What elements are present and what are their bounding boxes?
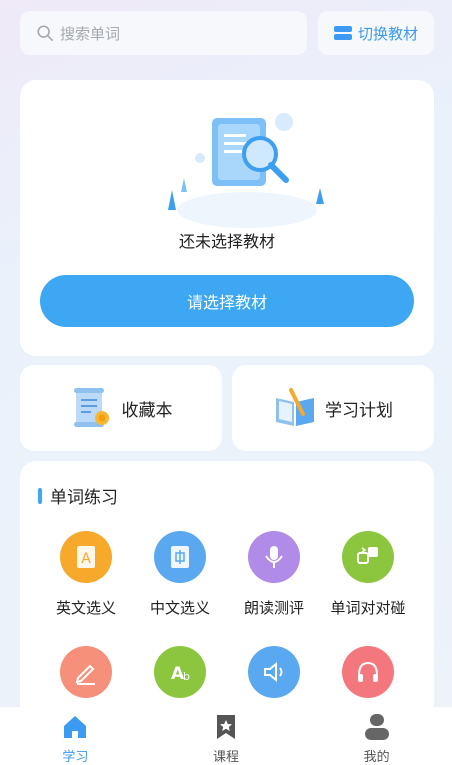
- tab-courses-label: 课程: [213, 750, 240, 765]
- top-bar: 搜索单词 切换教材: [20, 11, 434, 55]
- ab-letters-icon: Ab: [154, 646, 206, 698]
- open-book-pencil-icon: [276, 388, 314, 426]
- empty-textbook-text: 还未选择教材: [178, 232, 275, 251]
- tab-mine-label: 我的: [363, 750, 390, 765]
- english-meaning-item[interactable]: A 英文选义: [36, 531, 136, 618]
- reading-evaluation-item[interactable]: 朗读测评: [224, 531, 324, 618]
- certificate-scroll-icon: [73, 388, 109, 427]
- favorites-button[interactable]: 收藏本: [20, 365, 222, 451]
- search-input[interactable]: 搜索单词: [20, 11, 307, 55]
- section-title-text: 单词练习: [50, 488, 118, 508]
- choose-textbook-button[interactable]: 请选择教材: [40, 275, 414, 327]
- word-match-label: 单词对对碰: [330, 599, 406, 617]
- person-icon: [364, 714, 389, 740]
- tab-study[interactable]: 学习: [0, 707, 151, 765]
- letters-item[interactable]: Ab: [130, 646, 230, 698]
- chinese-card-icon: [154, 531, 206, 583]
- word-practice-card: 单词练习 A 英文选义 中文选义 朗读测评 单词对对碰 Ab: [20, 461, 434, 721]
- english-card-icon: A: [60, 531, 112, 583]
- listening-item[interactable]: [224, 646, 324, 698]
- bookmark-star-icon: [217, 715, 235, 739]
- tab-courses[interactable]: 课程: [151, 707, 302, 765]
- microphone-icon: [248, 531, 300, 583]
- speaker-icon: [248, 646, 300, 698]
- match-blocks-icon: [342, 531, 394, 583]
- study-plan-label: 学习计划: [325, 400, 393, 421]
- pencil-icon: [60, 646, 112, 698]
- switch-textbook-label: 切换教材: [357, 24, 418, 43]
- reading-evaluation-label: 朗读测评: [243, 599, 304, 617]
- svg-text:b: b: [183, 670, 190, 683]
- home-icon: [64, 716, 87, 738]
- title-accent-bar: [38, 487, 42, 504]
- headphones-icon: [342, 646, 394, 698]
- study-plan-button[interactable]: 学习计划: [232, 365, 434, 451]
- switch-textbook-button[interactable]: 切换教材: [318, 11, 434, 55]
- section-title: 单词练习: [38, 483, 118, 508]
- english-meaning-label: 英文选义: [55, 599, 116, 617]
- chinese-meaning-label: 中文选义: [149, 599, 210, 617]
- favorites-label: 收藏本: [121, 400, 173, 421]
- word-match-item[interactable]: 单词对对碰: [318, 531, 418, 618]
- bottom-tab-bar: 学习 课程 我的: [0, 707, 452, 765]
- svg-text:A: A: [81, 551, 91, 567]
- search-icon: [37, 25, 54, 42]
- tab-mine[interactable]: 我的: [301, 707, 452, 765]
- empty-textbook-illustration: [168, 113, 324, 228]
- switch-icon: [333, 26, 352, 40]
- search-placeholder: 搜索单词: [60, 24, 121, 43]
- tab-study-label: 学习: [62, 750, 89, 765]
- chinese-meaning-item[interactable]: 中文选义: [130, 531, 230, 618]
- textbook-card: 还未选择教材 请选择教材: [20, 80, 434, 356]
- spelling-item[interactable]: [36, 646, 136, 698]
- audio-item[interactable]: [318, 646, 418, 698]
